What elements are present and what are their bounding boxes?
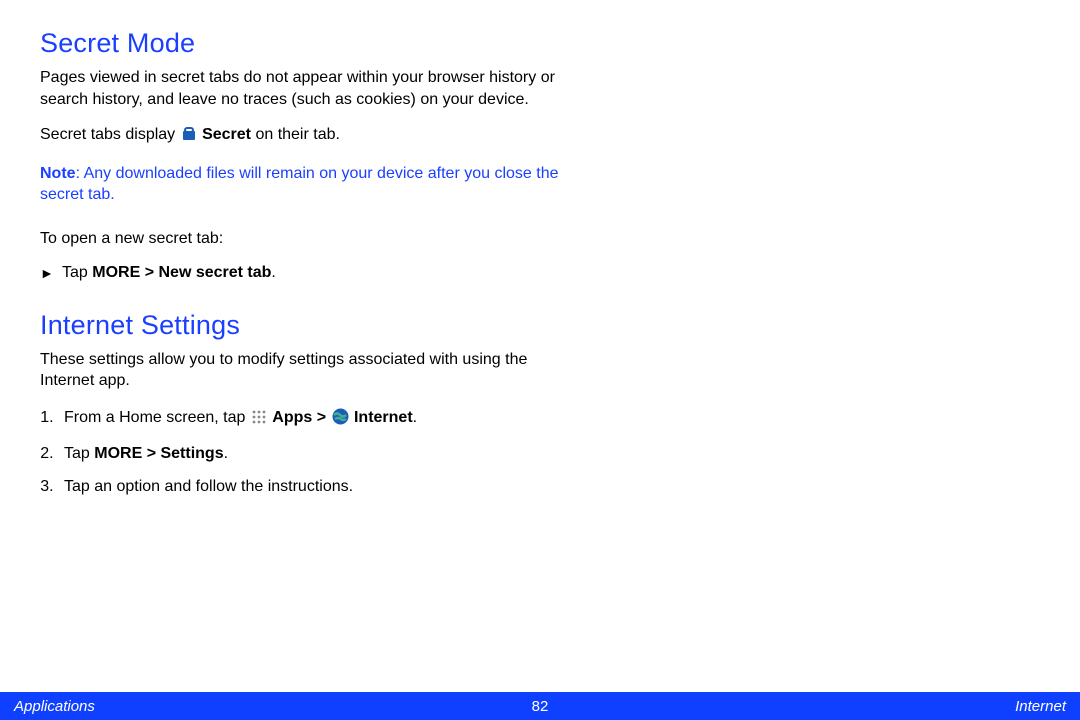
- apps-grid-icon: [251, 409, 267, 432]
- bullet-post: .: [271, 264, 275, 281]
- secret-tabs-display: Secret tabs display Secret on their tab.: [40, 124, 570, 149]
- note-text: : Any downloaded files will remain on yo…: [40, 165, 559, 204]
- heading-internet-settings: Internet Settings: [40, 310, 570, 341]
- open-secret-lead: To open a new secret tab:: [40, 228, 570, 250]
- step-2: Tap MORE > Settings.: [58, 442, 570, 465]
- step1-post: .: [413, 409, 417, 426]
- step1-apps: Apps >: [272, 409, 330, 426]
- steps-list: From a Home screen, tap Apps > Internet.…: [40, 406, 570, 499]
- bullet-text: Tap MORE > New secret tab.: [62, 264, 276, 281]
- internet-settings-desc: These settings allow you to modify setti…: [40, 349, 570, 392]
- step1-internet: Internet: [354, 409, 413, 426]
- step1-pre: From a Home screen, tap: [64, 409, 250, 426]
- bullet-new-secret-tab: Tap MORE > New secret tab.: [40, 264, 570, 282]
- page-content: Secret Mode Pages viewed in secret tabs …: [0, 0, 610, 498]
- step2-pre: Tap: [64, 445, 94, 462]
- footer-bar: Applications 82 Internet: [0, 692, 1080, 720]
- text-secret-bold: Secret: [202, 126, 251, 143]
- footer-right: Internet: [1015, 698, 1066, 715]
- step-1: From a Home screen, tap Apps > Internet.: [58, 406, 570, 432]
- note-block: Note: Any downloaded files will remain o…: [40, 163, 570, 206]
- note-label: Note: [40, 165, 76, 182]
- step-3: Tap an option and follow the instruction…: [58, 475, 570, 498]
- text-post: on their tab.: [251, 126, 340, 143]
- footer-page-number: 82: [532, 698, 549, 715]
- step2-bold: MORE > Settings: [94, 445, 223, 462]
- bullet-pre: Tap: [62, 264, 92, 281]
- text-pre: Secret tabs display: [40, 126, 180, 143]
- secret-mode-desc: Pages viewed in secret tabs do not appea…: [40, 67, 570, 110]
- secret-icon: [181, 126, 197, 149]
- bullet-bold: MORE > New secret tab: [92, 264, 271, 281]
- globe-icon: [332, 408, 349, 432]
- footer-left: Applications: [14, 698, 95, 715]
- heading-secret-mode: Secret Mode: [40, 28, 570, 59]
- step2-post: .: [224, 445, 228, 462]
